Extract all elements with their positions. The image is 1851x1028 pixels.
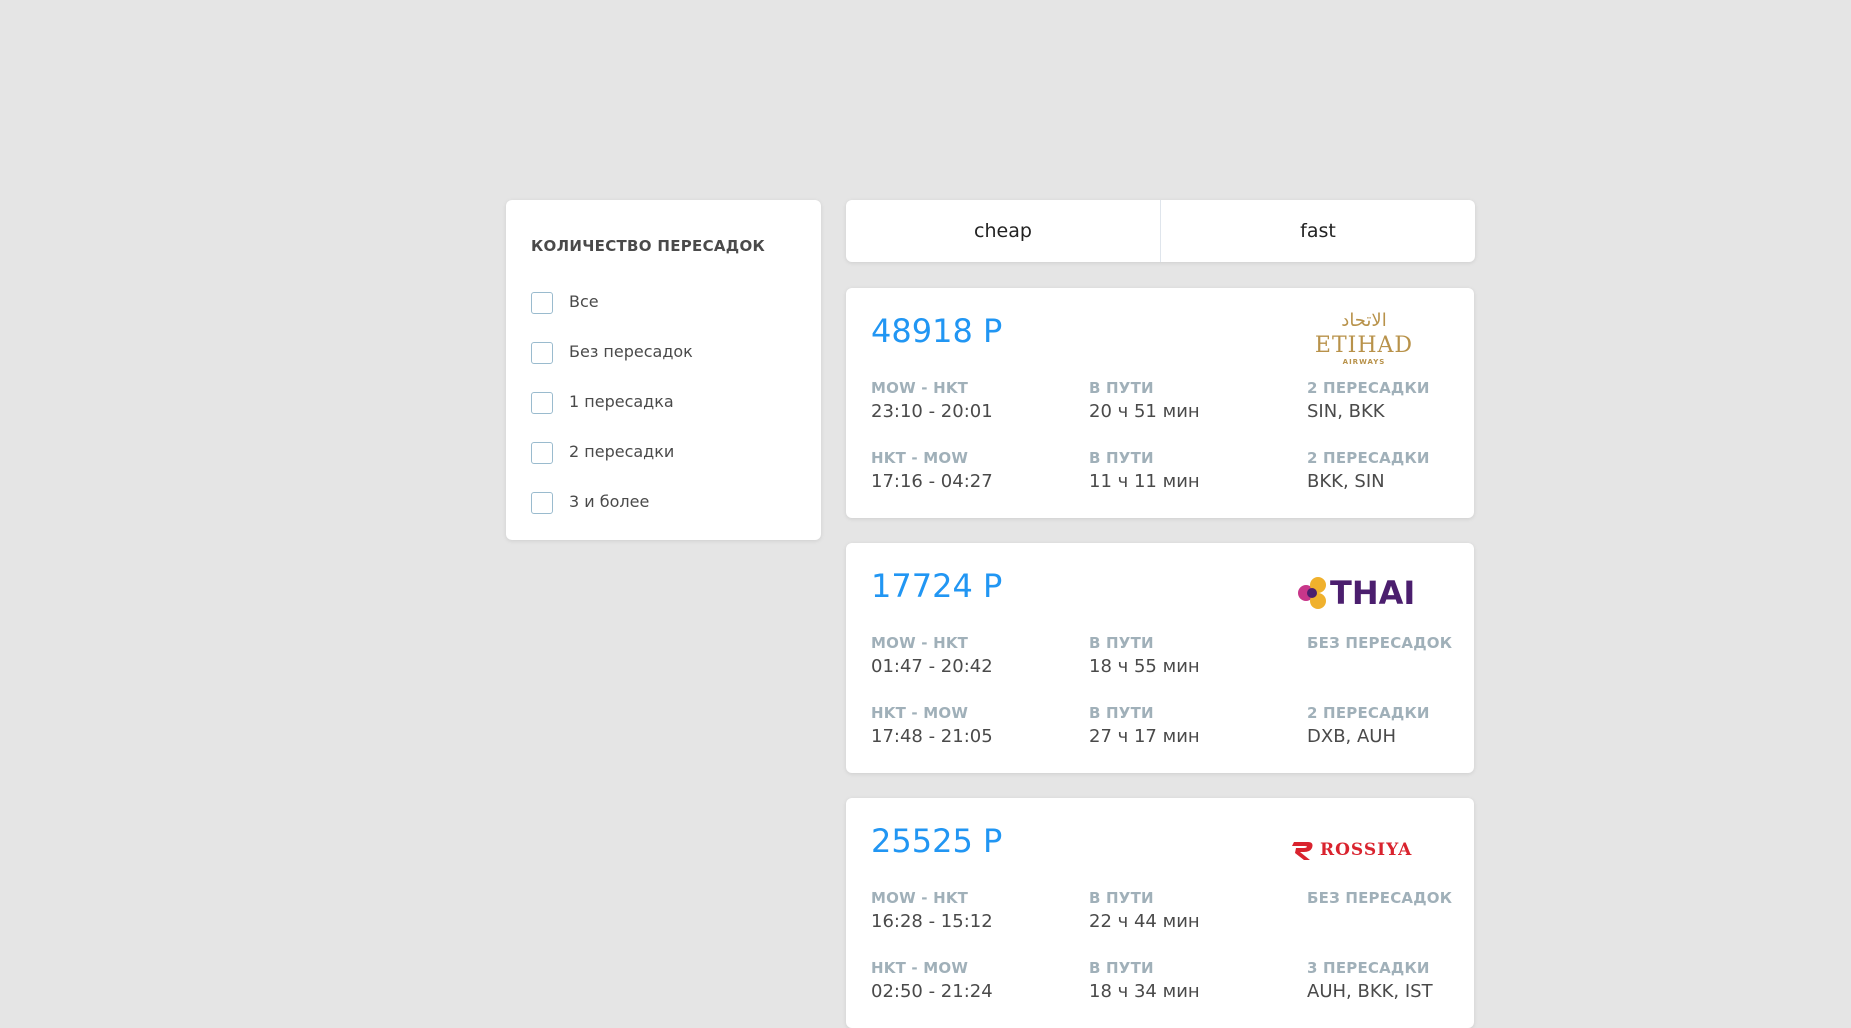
segment-duration-label: В ПУТИ xyxy=(1089,959,1154,977)
filter-option-label: 2 пересадки xyxy=(569,442,675,461)
segment-duration: 27 ч 17 мин xyxy=(1089,726,1200,747)
segment-duration: 18 ч 34 мин xyxy=(1089,981,1200,1002)
svg-text:ETIHAD: ETIHAD xyxy=(1315,333,1413,358)
segment-time: 17:16 - 04:27 xyxy=(871,471,993,492)
segment-duration: 18 ч 55 мин xyxy=(1089,656,1200,677)
stops-filter-panel: КОЛИЧЕСТВО ПЕРЕСАДОК Все Без пересадок 1… xyxy=(506,200,821,540)
segment-stops: SIN, BKK xyxy=(1307,401,1385,422)
filter-option-no-stops[interactable]: Без пересадок xyxy=(531,340,811,366)
segment-time: 02:50 - 21:24 xyxy=(871,981,993,1002)
thai-logo-icon: THAI xyxy=(1298,574,1415,612)
ticket-card[interactable]: 17724 Р THAI MOW - HKT 01:47 - 20:42 В П… xyxy=(846,543,1474,773)
segment-stops: DXB, AUH xyxy=(1307,726,1397,747)
ticket-price: 17724 Р xyxy=(871,567,1003,605)
segment-duration-label: В ПУТИ xyxy=(1089,449,1154,467)
checkbox-no-stops[interactable] xyxy=(531,342,553,364)
segment-stops: BKK, SIN xyxy=(1307,471,1385,492)
segment-route: HKT - MOW xyxy=(871,959,969,977)
svg-text:THAI: THAI xyxy=(1330,574,1415,612)
segment-stops-label: 2 ПЕРЕСАДКИ xyxy=(1307,449,1430,467)
svg-text:الاتحاد: الاتحاد xyxy=(1341,310,1386,331)
sort-tabs: cheap fast xyxy=(846,200,1475,262)
segment-route: MOW - HKT xyxy=(871,634,969,652)
segment-stops-label: БЕЗ ПЕРЕСАДОК xyxy=(1307,634,1453,652)
filter-option-label: Без пересадок xyxy=(569,342,693,361)
svg-text:AIRWAYS: AIRWAYS xyxy=(1343,358,1386,366)
filter-option-1-stop[interactable]: 1 пересадка xyxy=(531,390,811,416)
rossiya-logo-icon: ROSSIYA xyxy=(1292,840,1412,860)
filter-title: КОЛИЧЕСТВО ПЕРЕСАДОК xyxy=(531,237,766,255)
tab-cheap[interactable]: cheap xyxy=(846,200,1160,262)
ticket-card[interactable]: 48918 Р الاتحاد ETIHAD AIRWAYS MOW - HKT… xyxy=(846,288,1474,518)
segment-route: HKT - MOW xyxy=(871,449,969,467)
segment-route: MOW - HKT xyxy=(871,379,969,397)
segment-stops: AUH, BKK, IST xyxy=(1307,981,1433,1002)
segment-duration: 22 ч 44 мин xyxy=(1089,911,1200,932)
filter-option-all[interactable]: Все xyxy=(531,290,811,316)
checkbox-3-plus-stops[interactable] xyxy=(531,492,553,514)
filter-option-2-stops[interactable]: 2 пересадки xyxy=(531,440,811,466)
segment-duration-label: В ПУТИ xyxy=(1089,704,1154,722)
segment-stops-label: БЕЗ ПЕРЕСАДОК xyxy=(1307,889,1453,907)
filter-option-label: Все xyxy=(569,292,599,311)
tab-fast[interactable]: fast xyxy=(1160,200,1475,262)
segment-duration-label: В ПУТИ xyxy=(1089,634,1154,652)
segment-time: 01:47 - 20:42 xyxy=(871,656,993,677)
segment-duration-label: В ПУТИ xyxy=(1089,379,1154,397)
segment-duration-label: В ПУТИ xyxy=(1089,889,1154,907)
segment-duration: 11 ч 11 мин xyxy=(1089,471,1200,492)
segment-route: HKT - MOW xyxy=(871,704,969,722)
filter-option-label: 3 и более xyxy=(569,492,650,511)
segment-time: 17:48 - 21:05 xyxy=(871,726,993,747)
segment-stops-label: 3 ПЕРЕСАДКИ xyxy=(1307,959,1430,977)
filter-option-label: 1 пересадка xyxy=(569,392,674,411)
checkbox-2-stops[interactable] xyxy=(531,442,553,464)
ticket-price: 25525 Р xyxy=(871,822,1003,860)
segment-time: 23:10 - 20:01 xyxy=(871,401,993,422)
segment-duration: 20 ч 51 мин xyxy=(1089,401,1200,422)
segment-route: MOW - HKT xyxy=(871,889,969,907)
filter-option-3-plus-stops[interactable]: 3 и более xyxy=(531,490,811,516)
svg-text:ROSSIYA: ROSSIYA xyxy=(1320,840,1412,860)
checkbox-1-stop[interactable] xyxy=(531,392,553,414)
segment-stops-label: 2 ПЕРЕСАДКИ xyxy=(1307,379,1430,397)
etihad-logo-icon: الاتحاد ETIHAD AIRWAYS xyxy=(1315,310,1413,366)
ticket-price: 48918 Р xyxy=(871,312,1003,350)
segment-stops-label: 2 ПЕРЕСАДКИ xyxy=(1307,704,1430,722)
segment-time: 16:28 - 15:12 xyxy=(871,911,993,932)
checkbox-all[interactable] xyxy=(531,292,553,314)
